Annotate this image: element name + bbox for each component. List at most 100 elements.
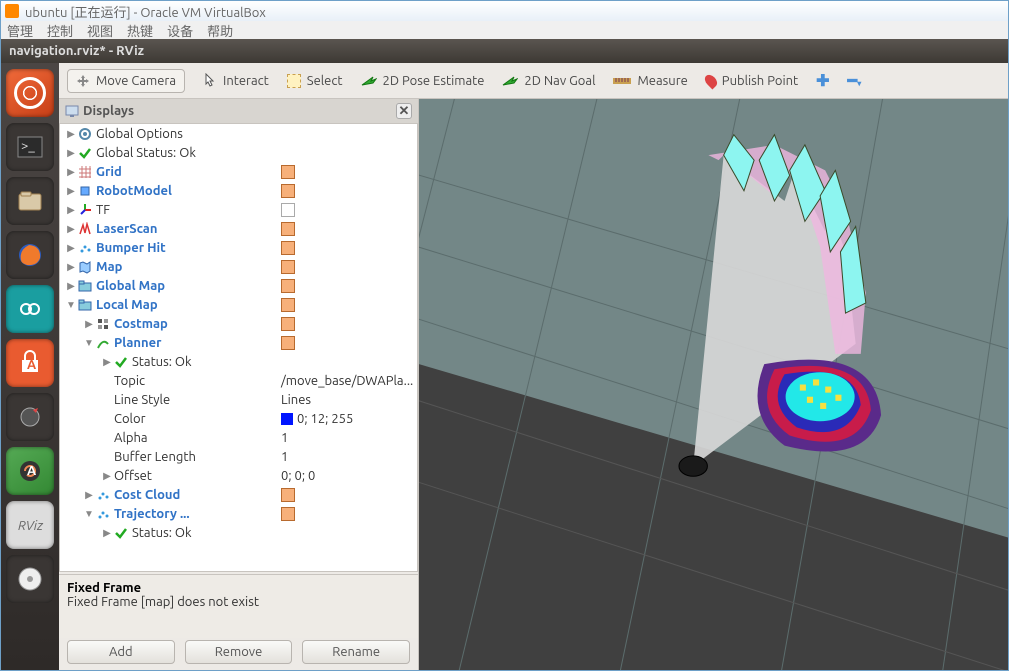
collapse-icon[interactable]: [82, 508, 96, 520]
item-status-ok2[interactable]: Status: Ok: [132, 526, 192, 540]
expand-icon[interactable]: [64, 147, 78, 159]
item-global-options[interactable]: Global Options: [96, 127, 183, 141]
window-titlebar[interactable]: navigation.rviz* - RViz: [1, 39, 1008, 63]
prop-color[interactable]: Color: [114, 412, 146, 426]
prop-alpha-value[interactable]: 1: [281, 431, 413, 445]
expand-icon[interactable]: [64, 185, 78, 197]
item-bumper[interactable]: Bumper Hit: [96, 241, 166, 255]
checkbox[interactable]: [281, 507, 295, 521]
add-button[interactable]: Add: [67, 640, 175, 664]
expand-icon[interactable]: [100, 470, 114, 482]
item-status-ok[interactable]: Status: Ok: [132, 355, 192, 369]
prop-buffer-value[interactable]: 1: [281, 450, 413, 464]
checkbox[interactable]: [281, 165, 295, 179]
checkbox[interactable]: [281, 488, 295, 502]
nav-goal-button[interactable]: 2D Nav Goal: [502, 74, 595, 88]
expand-icon[interactable]: [64, 223, 78, 235]
gear-icon: [78, 127, 92, 141]
launcher-arduino-icon[interactable]: [6, 285, 54, 333]
launcher-firefox-icon[interactable]: [6, 231, 54, 279]
prop-topic[interactable]: Topic: [114, 374, 145, 388]
pose-estimate-label: 2D Pose Estimate: [383, 74, 485, 88]
virtualbox-title: ubuntu [正在运行] - Oracle VM VirtualBox: [25, 2, 266, 21]
select-button[interactable]: Select: [287, 74, 343, 88]
checkbox[interactable]: [281, 260, 295, 274]
publish-point-button[interactable]: Publish Point: [706, 74, 798, 88]
expand-icon[interactable]: [64, 204, 78, 216]
item-costmap[interactable]: Costmap: [114, 317, 168, 331]
item-map[interactable]: Map: [96, 260, 122, 274]
expand-icon[interactable]: [64, 166, 78, 178]
laserscan-icon: [78, 222, 92, 236]
launcher-dash-icon[interactable]: [6, 69, 54, 117]
collapse-icon[interactable]: [64, 299, 78, 311]
expand-icon[interactable]: [82, 489, 96, 501]
prop-alpha[interactable]: Alpha: [114, 431, 148, 445]
checkbox[interactable]: [281, 336, 295, 350]
prop-color-value[interactable]: 0; 12; 255: [281, 412, 413, 426]
rename-button[interactable]: Rename: [302, 640, 410, 664]
pose-estimate-button[interactable]: 2D Pose Estimate: [361, 74, 485, 88]
vb-menu-hotkey[interactable]: 热键: [127, 21, 153, 40]
prop-line-style-value[interactable]: Lines: [281, 393, 413, 407]
launcher-terminal-icon[interactable]: >_: [6, 123, 54, 171]
item-planner[interactable]: Planner: [114, 336, 161, 350]
checkbox[interactable]: [281, 203, 295, 217]
checkbox[interactable]: [281, 184, 295, 198]
prop-buffer[interactable]: Buffer Length: [114, 450, 196, 464]
item-laserscan[interactable]: LaserScan: [96, 222, 157, 236]
checkbox[interactable]: [281, 222, 295, 236]
vb-menu-help[interactable]: 帮助: [207, 21, 233, 40]
launcher-files-icon[interactable]: [6, 177, 54, 225]
svg-text:A: A: [27, 464, 37, 478]
measure-label: Measure: [637, 74, 687, 88]
expand-icon[interactable]: [64, 242, 78, 254]
interact-button[interactable]: Interact: [203, 73, 269, 89]
prop-topic-value[interactable]: /move_base/DWAPla...: [281, 374, 413, 388]
checkbox[interactable]: [281, 279, 295, 293]
item-cost-cloud[interactable]: Cost Cloud: [114, 488, 180, 502]
checkbox[interactable]: [281, 317, 295, 331]
item-global-map[interactable]: Global Map: [96, 279, 165, 293]
expand-icon[interactable]: [82, 318, 96, 330]
add-tool-button[interactable]: ✚: [816, 71, 829, 90]
launcher-rviz-icon[interactable]: RViz: [6, 501, 54, 549]
expand-icon[interactable]: [64, 261, 78, 273]
collapse-icon[interactable]: [82, 337, 96, 349]
checkbox[interactable]: [281, 298, 295, 312]
displays-tree[interactable]: Global Options Global Status: Ok Grid Ro…: [59, 123, 418, 572]
folder-icon: [78, 298, 92, 312]
prop-offset[interactable]: Offset: [114, 469, 152, 483]
remove-button[interactable]: Remove: [185, 640, 293, 664]
checkbox[interactable]: [281, 241, 295, 255]
launcher-settings-icon[interactable]: [6, 393, 54, 441]
expand-icon[interactable]: [100, 527, 114, 539]
item-local-map[interactable]: Local Map: [96, 298, 158, 312]
prop-line-style[interactable]: Line Style: [114, 393, 170, 407]
item-grid[interactable]: Grid: [96, 165, 122, 179]
vb-menu-control[interactable]: 控制: [47, 21, 73, 40]
launcher-disc-icon[interactable]: [6, 555, 54, 603]
item-tf[interactable]: TF: [96, 203, 110, 217]
virtualbox-menubar[interactable]: 管理 控制 视图 热键 设备 帮助: [1, 21, 1008, 39]
expand-icon[interactable]: [100, 356, 114, 368]
item-trajectory[interactable]: Trajectory ...: [114, 507, 190, 521]
displays-panel-header[interactable]: Displays ✕: [59, 99, 418, 123]
vb-menu-device[interactable]: 设备: [167, 21, 193, 40]
remove-tool-button[interactable]: ━▾: [848, 71, 862, 90]
ok-check-icon: [114, 526, 128, 540]
3d-viewport[interactable]: [419, 99, 1008, 670]
expand-icon[interactable]: [64, 280, 78, 292]
close-panel-button[interactable]: ✕: [396, 103, 412, 119]
measure-button[interactable]: Measure: [613, 74, 687, 88]
vb-menu-manage[interactable]: 管理: [7, 21, 33, 40]
launcher-updater-icon[interactable]: A: [6, 447, 54, 495]
item-global-status[interactable]: Global Status: Ok: [96, 146, 196, 160]
arrow-green-icon: [502, 75, 518, 87]
vb-menu-view[interactable]: 视图: [87, 21, 113, 40]
item-robotmodel[interactable]: RobotModel: [96, 184, 172, 198]
launcher-store-icon[interactable]: A: [6, 339, 54, 387]
expand-icon[interactable]: [64, 128, 78, 140]
prop-offset-value[interactable]: 0; 0; 0: [281, 469, 413, 483]
move-camera-button[interactable]: Move Camera: [67, 69, 185, 93]
